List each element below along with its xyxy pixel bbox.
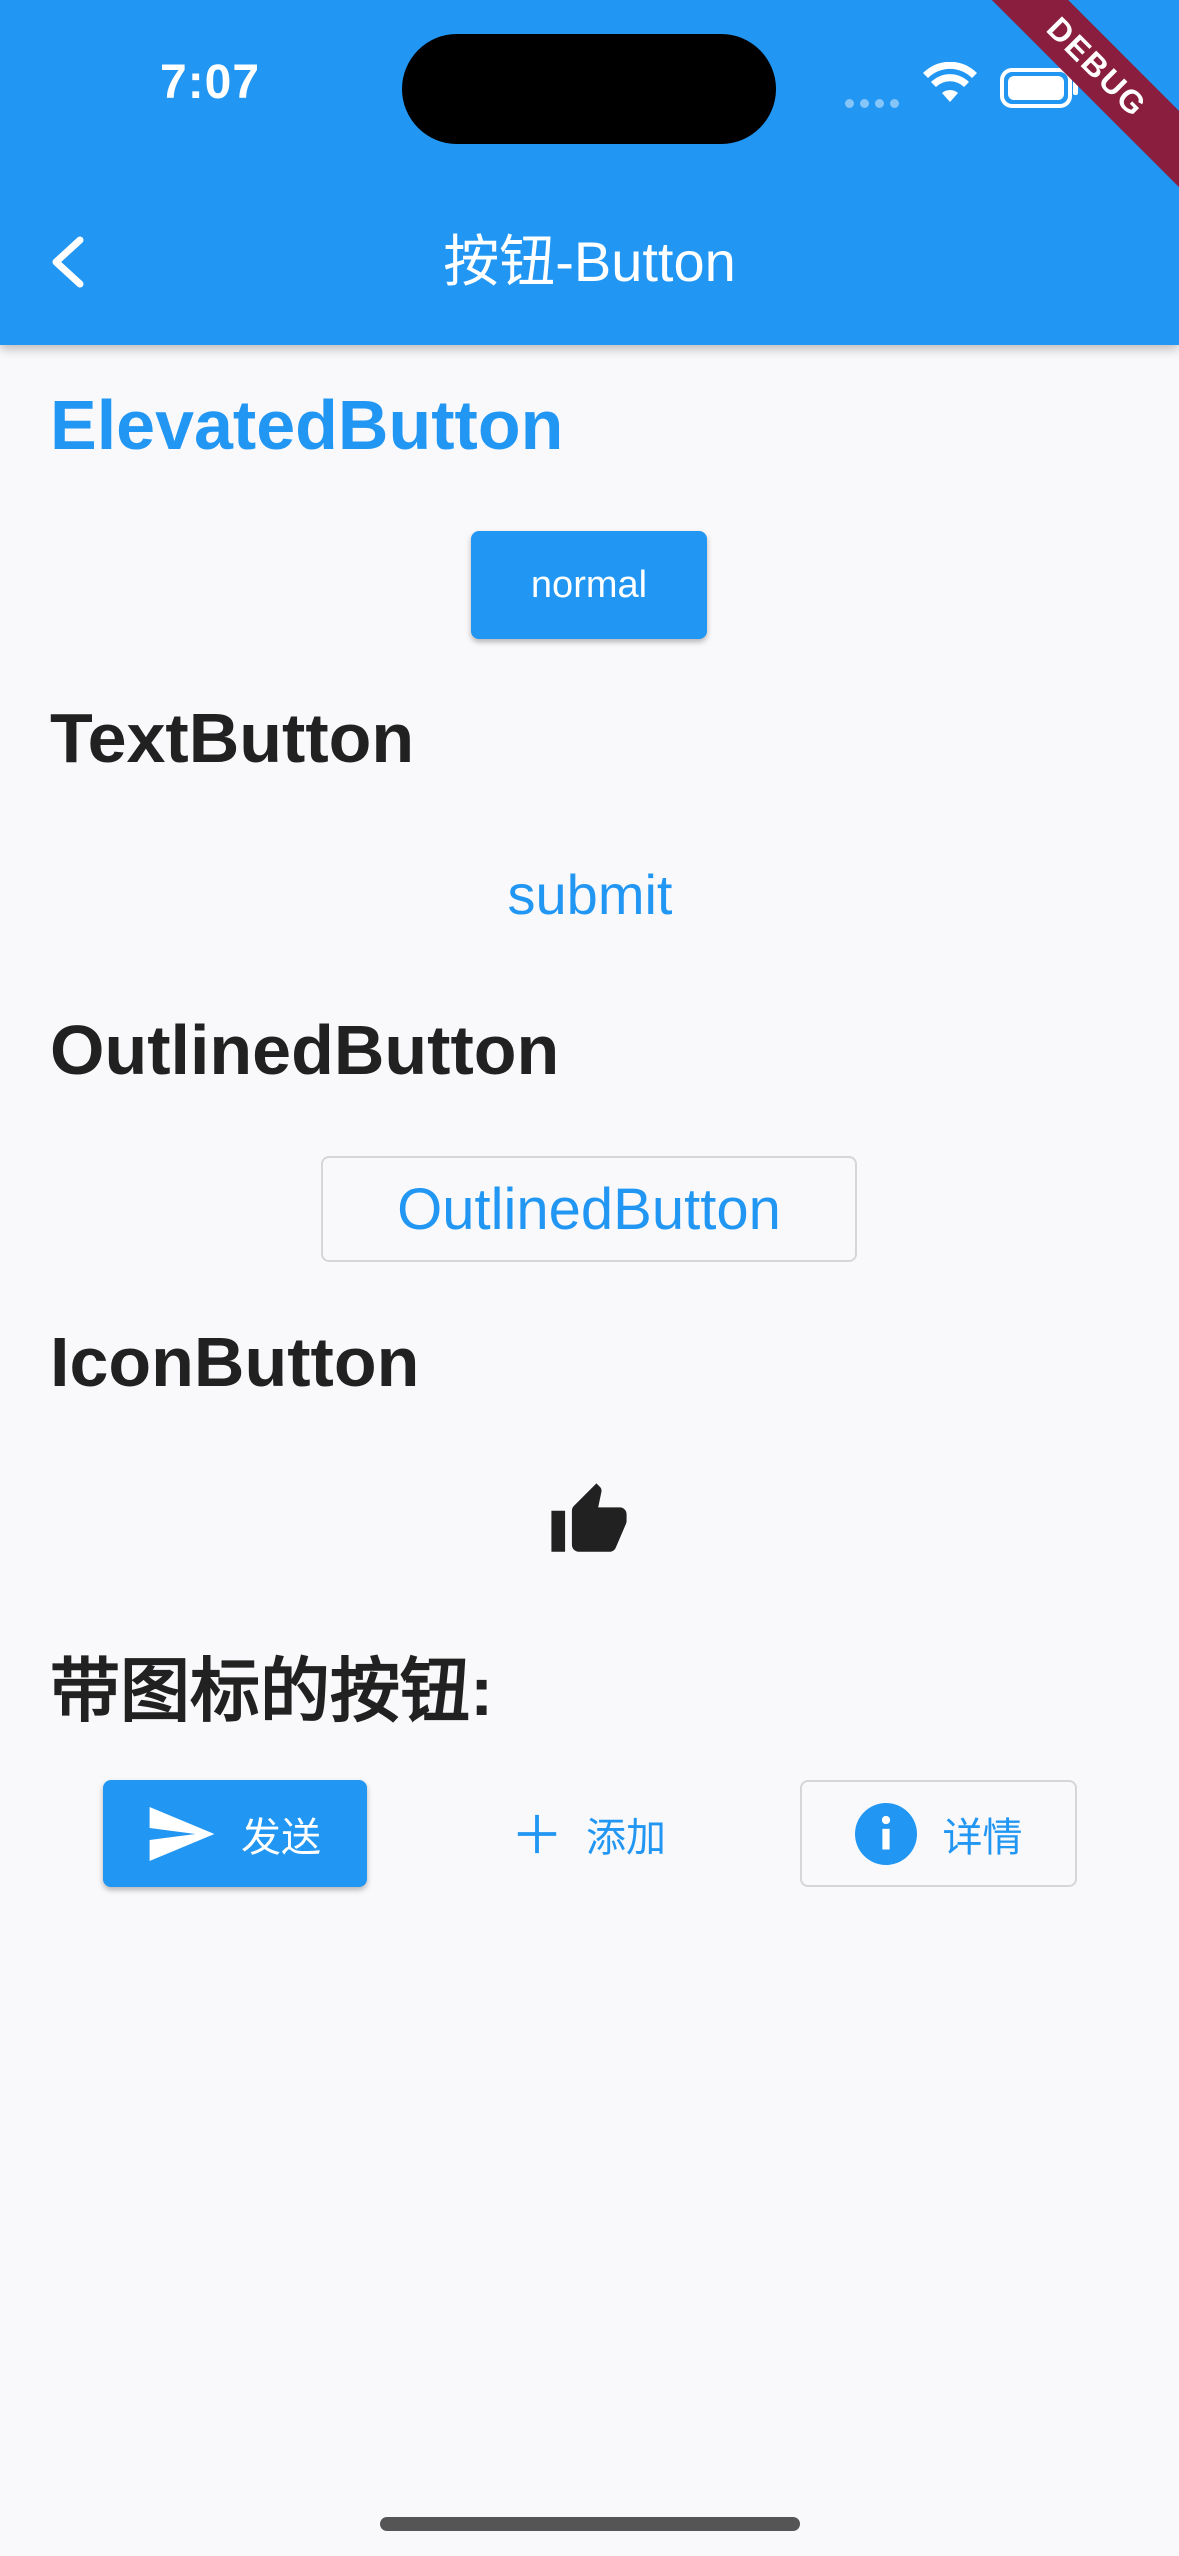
- page-title: 按钮-Button: [443, 230, 736, 293]
- section-title-icon: IconButton: [50, 1323, 420, 1401]
- send-icon: [149, 1806, 215, 1861]
- section-title-text: TextButton: [50, 699, 415, 777]
- dynamic-island: [402, 34, 776, 144]
- plus-icon: [517, 1814, 557, 1853]
- info-icon: [854, 1802, 917, 1865]
- app-bar: 7:07 DEBUG 按钮-Button: [0, 0, 1179, 345]
- section-title-elevated: ElevatedButton: [50, 386, 564, 464]
- outlined-button[interactable]: OutlinedButton: [321, 1156, 857, 1262]
- info-button[interactable]: 详情: [800, 1780, 1077, 1887]
- outlined-button-label: OutlinedButton: [397, 1176, 781, 1242]
- submit-button[interactable]: submit: [440, 850, 740, 940]
- wifi-icon: [923, 62, 977, 102]
- normal-button-label: normal: [530, 563, 648, 606]
- send-button[interactable]: 发送: [103, 1780, 367, 1887]
- info-button-label: 详情: [942, 1815, 1023, 1860]
- normal-button[interactable]: normal: [471, 531, 707, 639]
- send-button-label: 发送: [241, 1815, 321, 1860]
- section-title-icon-buttons: 带图标的按钮:: [50, 1652, 494, 1730]
- add-button-label: 添加: [586, 1815, 666, 1860]
- add-button[interactable]: 添加: [480, 1780, 700, 1887]
- section-title-outlined: OutlinedButton: [50, 1011, 560, 1089]
- thumb-up-icon[interactable]: [548, 1480, 630, 1562]
- cellular-signal-icon: [845, 95, 905, 113]
- home-indicator[interactable]: [380, 2517, 800, 2531]
- status-time: 7:07: [160, 56, 261, 109]
